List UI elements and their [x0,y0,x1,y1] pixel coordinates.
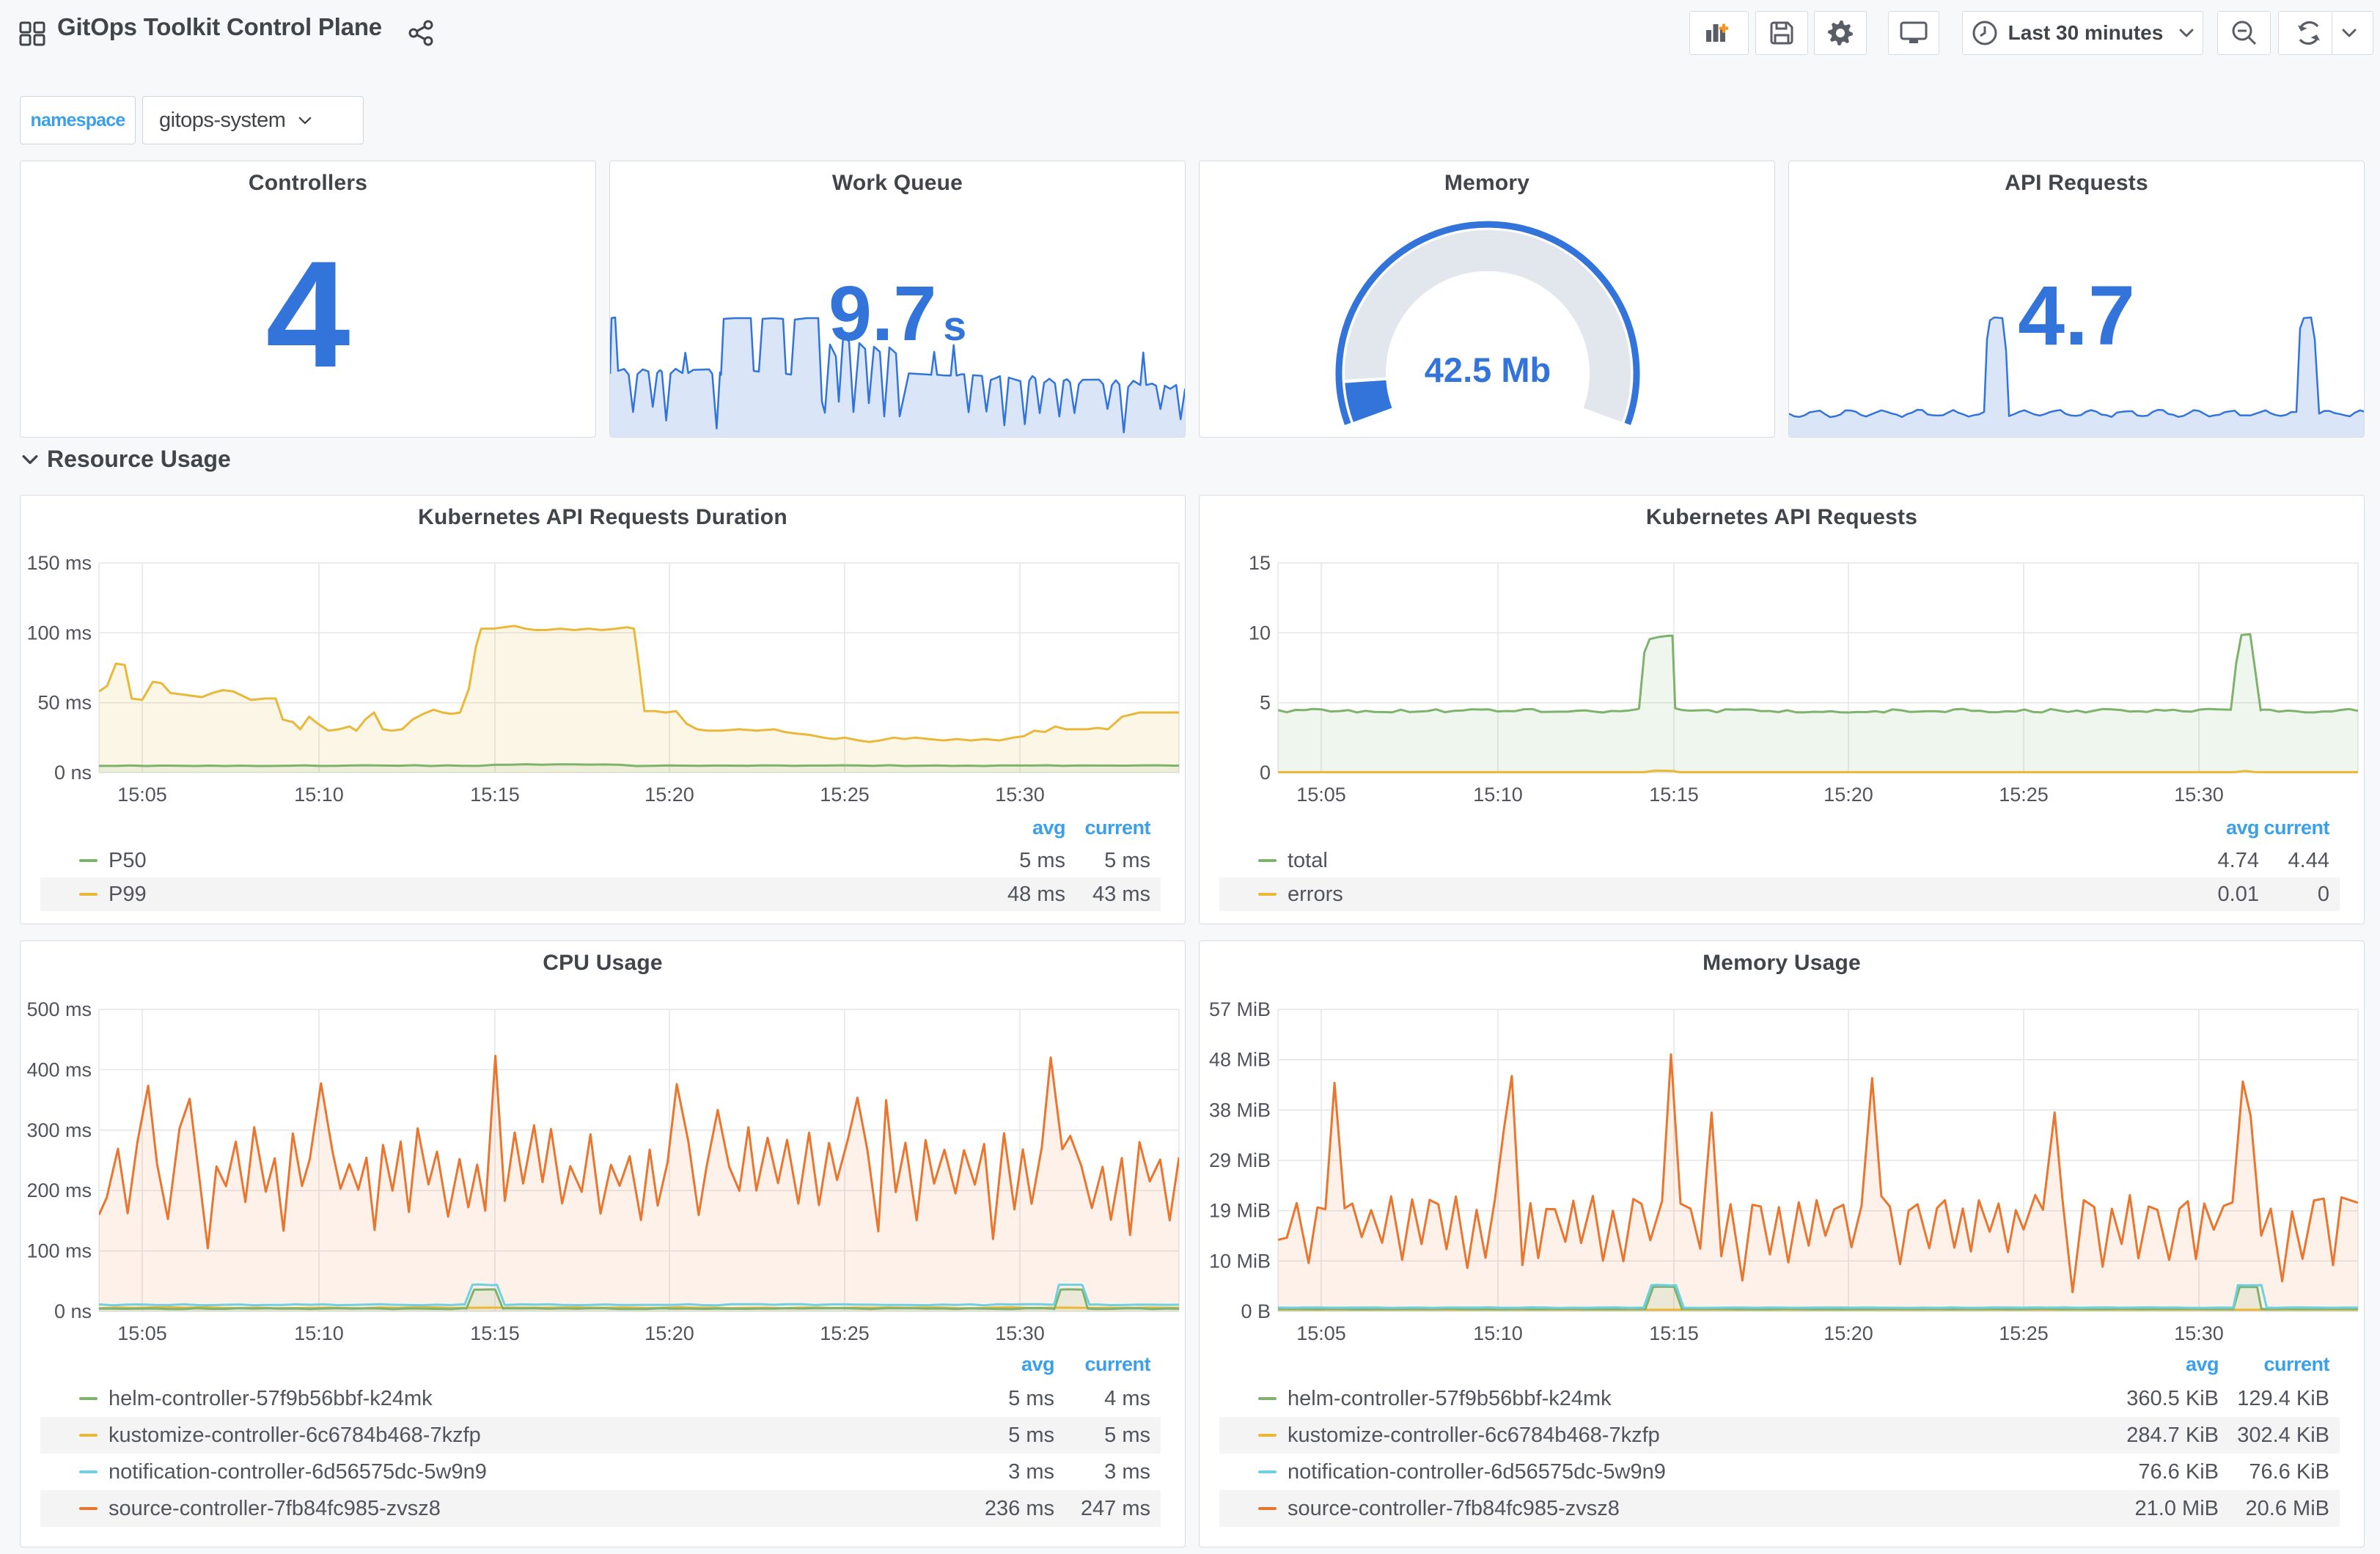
svg-text:50 ms: 50 ms [37,692,92,714]
svg-text:15:25: 15:25 [1999,784,2049,806]
svg-text:15:25: 15:25 [820,784,870,806]
svg-text:500 ms: 500 ms [26,998,92,1020]
svg-text:42.5 Mb: 42.5 Mb [1425,350,1551,389]
svg-text:15:30: 15:30 [2174,784,2224,806]
svg-text:0 ns: 0 ns [54,1300,92,1322]
svg-text:15:20: 15:20 [644,784,694,806]
svg-text:15:10: 15:10 [294,1322,344,1344]
svg-text:29 MiB: 29 MiB [1209,1149,1271,1171]
svg-text:15: 15 [1249,552,1271,574]
svg-text:38 MiB: 38 MiB [1209,1099,1271,1121]
svg-text:10: 10 [1249,622,1271,644]
svg-text:100 ms: 100 ms [26,622,92,644]
svg-text:15:15: 15:15 [470,1322,520,1344]
svg-text:15:25: 15:25 [1999,1322,2049,1344]
svg-text:100 ms: 100 ms [26,1240,92,1262]
svg-text:15:20: 15:20 [644,1322,694,1344]
svg-text:15:10: 15:10 [1473,1322,1523,1344]
svg-text:57 MiB: 57 MiB [1209,998,1271,1020]
svg-text:15:20: 15:20 [1823,784,1873,806]
svg-text:5: 5 [1260,692,1271,714]
svg-text:15:05: 15:05 [117,1322,167,1344]
svg-text:400 ms: 400 ms [26,1058,92,1080]
svg-text:15:10: 15:10 [1473,784,1523,806]
svg-text:15:05: 15:05 [1296,1322,1346,1344]
svg-text:19 MiB: 19 MiB [1209,1200,1271,1222]
svg-text:15:05: 15:05 [1296,784,1346,806]
svg-text:10 MiB: 10 MiB [1209,1250,1271,1272]
svg-text:0 B: 0 B [1241,1300,1271,1322]
svg-text:48 MiB: 48 MiB [1209,1049,1271,1071]
svg-text:15:30: 15:30 [995,784,1045,806]
svg-text:15:15: 15:15 [470,784,520,806]
svg-text:15:05: 15:05 [117,784,167,806]
svg-text:15:30: 15:30 [2174,1322,2224,1344]
svg-text:150 ms: 150 ms [26,552,92,574]
svg-text:0: 0 [1260,762,1271,784]
svg-text:15:20: 15:20 [1823,1322,1873,1344]
svg-text:15:25: 15:25 [820,1322,870,1344]
svg-text:15:10: 15:10 [294,784,344,806]
svg-text:300 ms: 300 ms [26,1119,92,1141]
svg-text:15:30: 15:30 [995,1322,1045,1344]
svg-text:15:15: 15:15 [1649,1322,1699,1344]
svg-text:200 ms: 200 ms [26,1179,92,1201]
svg-text:0 ns: 0 ns [54,762,92,784]
svg-text:15:15: 15:15 [1649,784,1699,806]
